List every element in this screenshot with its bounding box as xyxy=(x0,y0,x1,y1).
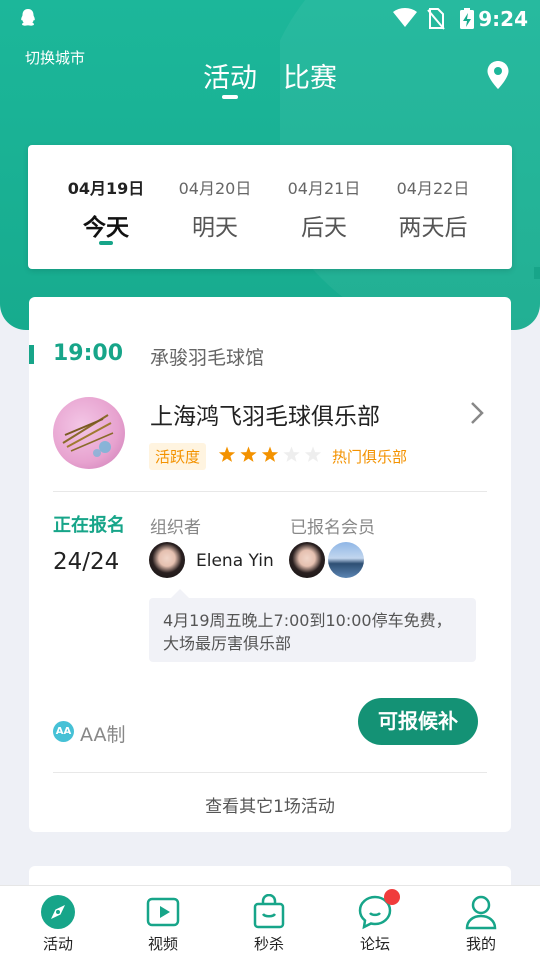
date-selector: 04月19日 今天 04月20日 明天 04月21日 后天 04月22日 两天后 xyxy=(28,145,512,269)
weekday-label: 今天 xyxy=(83,215,129,241)
date-indicator xyxy=(99,241,113,245)
divider xyxy=(53,491,487,492)
aa-fee-icon: AA xyxy=(53,721,74,742)
time-marker xyxy=(29,345,34,364)
fee-type: AA制 xyxy=(80,724,126,746)
tab-label: 秒杀 xyxy=(253,935,284,953)
date-option-in-two-days[interactable]: 04月22日 两天后 xyxy=(383,175,483,242)
status-bar: 9:24 xyxy=(0,0,540,38)
shopping-bag-icon xyxy=(253,894,285,929)
tab-matches[interactable]: 比赛 xyxy=(283,56,337,95)
tabbar-item-flash-sale[interactable]: 秒杀 xyxy=(229,886,309,960)
date-label: 04月20日 xyxy=(178,179,252,198)
weekday-label: 后天 xyxy=(301,215,347,241)
club-logo[interactable] xyxy=(53,397,125,469)
members-label: 已报名会员 xyxy=(290,518,375,538)
registration-status: 正在报名 xyxy=(53,515,125,536)
activity-badge: 活跃度 xyxy=(149,443,207,470)
event-note: 4月19周五晚上7:00到10:00停车免费，大场最厉害俱乐部 xyxy=(149,589,476,662)
chevron-right-icon[interactable] xyxy=(470,401,484,425)
venue-name: 承骏羽毛球馆 xyxy=(150,347,265,369)
qq-notification-icon xyxy=(21,9,35,26)
organizer-name[interactable]: Elena Yin xyxy=(196,551,274,571)
weekday-label: 明天 xyxy=(192,215,238,241)
date-option-tomorrow[interactable]: 04月20日 明天 xyxy=(165,175,265,242)
club-name[interactable]: 上海鸿飞羽毛球俱乐部 xyxy=(150,397,380,431)
tab-activities[interactable]: 活动 xyxy=(203,56,257,95)
more-events-link[interactable]: 查看其它1场活动 xyxy=(29,792,511,817)
tabbar-item-videos[interactable]: 视频 xyxy=(123,886,203,960)
user-icon xyxy=(465,895,497,930)
member-avatar[interactable] xyxy=(328,542,364,578)
compass-icon xyxy=(41,895,75,929)
date-label: 04月21日 xyxy=(287,179,361,198)
notification-dot xyxy=(384,889,400,905)
event-card[interactable]: 19:00 承骏羽毛球馆 上海鸿飞羽毛球俱乐部 活跃度 热门俱乐部 正在报名 2… xyxy=(29,297,511,832)
date-option-day-after[interactable]: 04月21日 后天 xyxy=(274,175,374,242)
hot-club-label: 热门俱乐部 xyxy=(332,448,408,466)
star-filled-icon xyxy=(218,446,236,462)
rating-stars xyxy=(218,446,322,462)
date-label: 04月22日 xyxy=(396,179,470,198)
tab-label: 活动 xyxy=(42,935,73,953)
switch-city-button[interactable]: 切换城市 xyxy=(25,47,85,68)
no-sim-icon xyxy=(427,8,445,30)
location-pin-icon[interactable] xyxy=(486,60,510,90)
wifi-icon xyxy=(393,8,417,27)
clock: 9:24 xyxy=(478,7,528,31)
star-filled-icon xyxy=(240,446,257,462)
registration-count: 24/24 xyxy=(53,549,120,575)
star-filled-icon xyxy=(261,446,279,462)
tab-label: 论坛 xyxy=(359,935,390,953)
event-time: 19:00 xyxy=(53,341,124,366)
date-option-today[interactable]: 04月19日 今天 xyxy=(56,175,156,242)
weekday-label: 两天后 xyxy=(398,215,468,241)
bottom-tab-bar: 活动 视频 秒杀 论坛 我的 xyxy=(0,885,540,960)
star-empty-icon xyxy=(304,446,322,462)
tabbar-item-profile[interactable]: 我的 xyxy=(441,886,521,960)
waitlist-button[interactable]: 可报候补 xyxy=(358,698,478,745)
tab-indicator xyxy=(222,95,238,99)
organizer-label: 组织者 xyxy=(150,518,201,538)
tab-label: 我的 xyxy=(465,935,496,953)
tab-label: 视频 xyxy=(147,935,178,953)
tabbar-item-activities[interactable]: 活动 xyxy=(18,886,98,960)
play-icon xyxy=(146,897,180,927)
star-empty-icon xyxy=(283,446,300,462)
side-edge-tab[interactable] xyxy=(534,267,540,279)
date-label: 04月19日 xyxy=(67,179,145,198)
divider xyxy=(53,772,487,773)
tabbar-item-forum[interactable]: 论坛 xyxy=(335,886,415,960)
battery-charging-icon xyxy=(460,8,474,29)
organizer-avatar[interactable] xyxy=(149,542,185,578)
member-avatar[interactable] xyxy=(289,542,325,578)
